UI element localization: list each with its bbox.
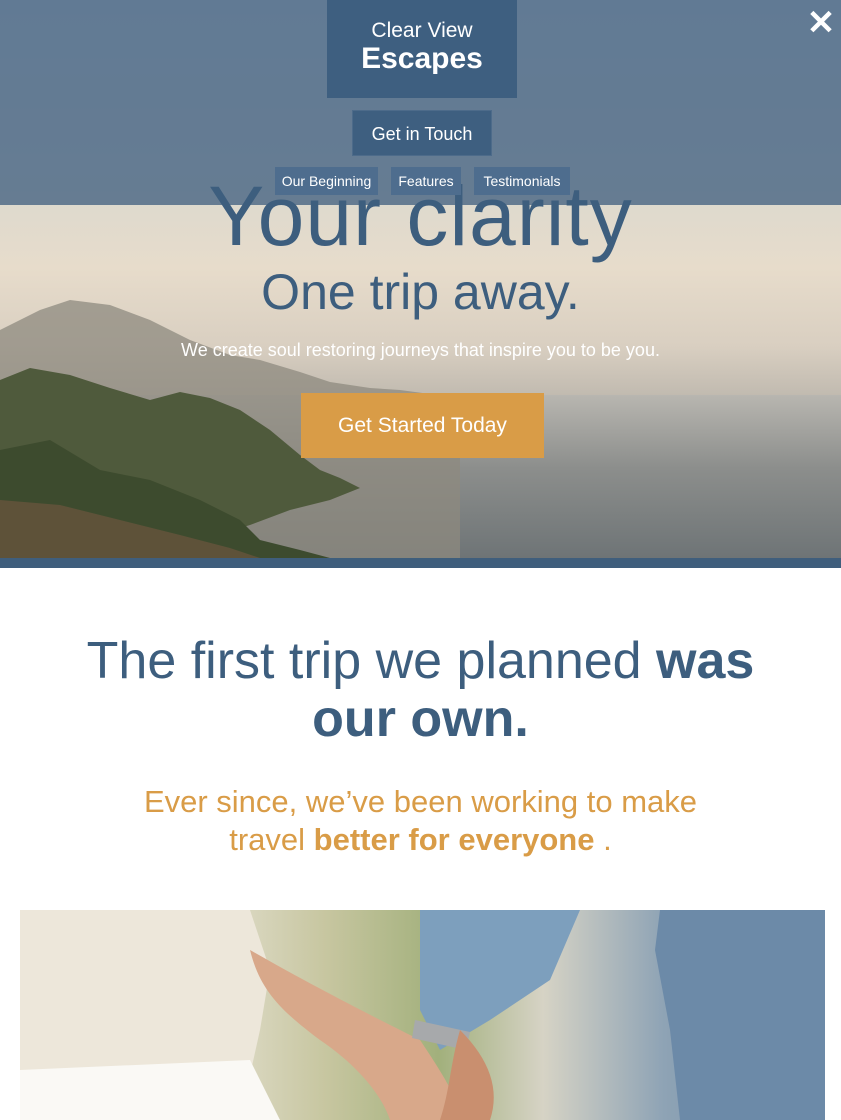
couple-holding-hands-image: [20, 910, 825, 1120]
brand-logo[interactable]: Clear View Escapes: [327, 0, 517, 98]
close-icon[interactable]: ✕: [806, 6, 836, 40]
get-in-touch-button[interactable]: Get in Touch: [352, 110, 492, 156]
nav-features[interactable]: Features: [391, 167, 461, 195]
brand-line1: Clear View: [371, 19, 473, 42]
hero-subtitle: One trip away.: [261, 264, 580, 320]
brand-line2: Escapes: [361, 42, 483, 75]
nav-testimonials[interactable]: Testimonials: [474, 167, 570, 195]
photo-illustration: [20, 910, 825, 1120]
hero-divider: [0, 558, 841, 568]
story-heading: The first trip we planned was our own.: [40, 632, 801, 748]
hero-section: Clear View Escapes Get in Touch Your cla…: [0, 0, 841, 558]
story-subheading: Ever since, we’ve been working to make t…: [140, 783, 701, 859]
story-heading-light: The first trip we planned: [86, 632, 657, 690]
nav-our-beginning[interactable]: Our Beginning: [275, 167, 378, 195]
story-sub-end: .: [594, 822, 612, 857]
get-started-button[interactable]: Get Started Today: [301, 393, 544, 458]
hero-tagline: We create soul restoring journeys that i…: [181, 340, 660, 360]
story-sub-bold: better for everyone: [313, 822, 595, 857]
